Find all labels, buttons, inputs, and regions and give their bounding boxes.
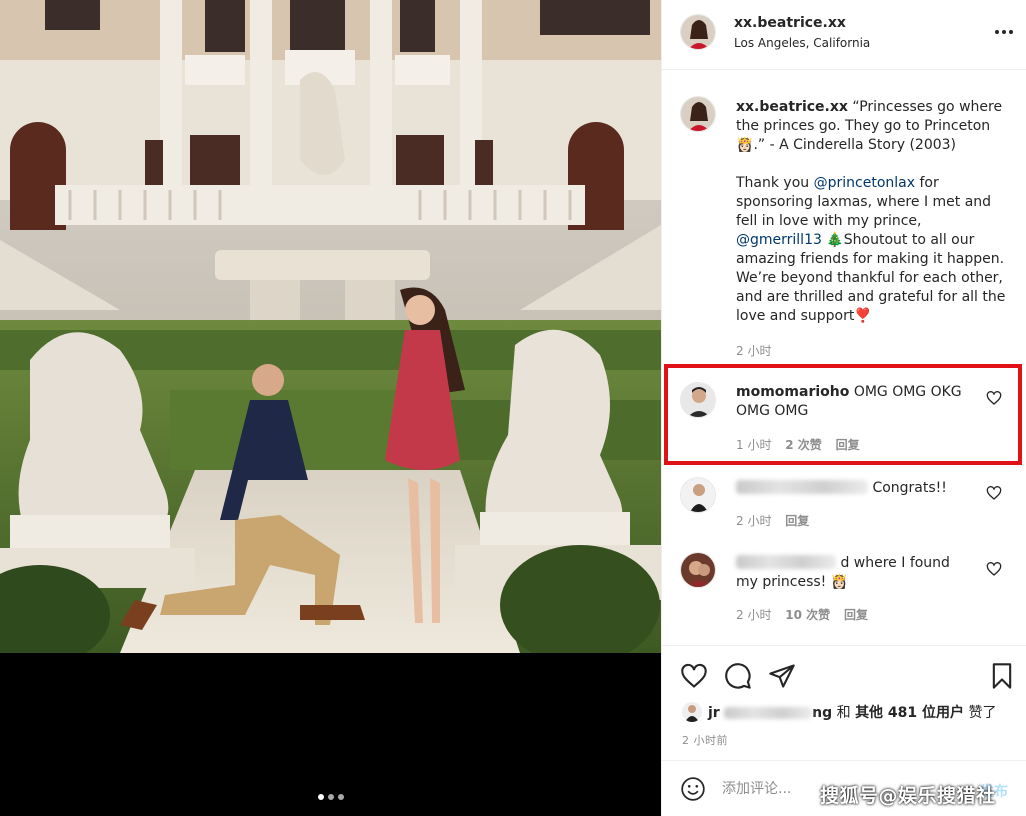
- post-side-panel: xx.beatrice.xx Los Angeles, California x…: [661, 0, 1026, 816]
- commenter-avatar[interactable]: [680, 382, 716, 418]
- action-bar: [662, 645, 1026, 689]
- post-caption: xx.beatrice.xx “Princesses go where the …: [736, 98, 1008, 345]
- author-username[interactable]: xx.beatrice.xx: [734, 15, 846, 31]
- commenter-avatar[interactable]: [680, 552, 716, 588]
- comment-meta: 2 小时 10 次赞 回复: [736, 606, 878, 623]
- caption-text: Thank you: [736, 175, 814, 191]
- post-header: xx.beatrice.xx Los Angeles, California: [662, 0, 1026, 70]
- comment-icon[interactable]: [724, 662, 752, 690]
- emoji-icon[interactable]: [680, 776, 706, 802]
- blurred-username: [736, 555, 836, 569]
- comment: momomarioho OMG OMG OKG OMG OMG: [736, 383, 976, 421]
- carousel-dot[interactable]: [337, 794, 344, 800]
- like-comment-icon[interactable]: [986, 561, 1002, 577]
- liker-username[interactable]: jr: [708, 705, 720, 721]
- comment: Congrats!!: [736, 479, 976, 498]
- post-photo: [0, 0, 661, 653]
- comment: d where I found my princess! 👸🏻: [736, 554, 976, 592]
- likes-connector: 和: [836, 705, 851, 721]
- comment-likes[interactable]: 2 次赞: [785, 438, 822, 452]
- carousel-dot[interactable]: [327, 794, 334, 800]
- blurred-username: [724, 707, 813, 719]
- like-comment-icon[interactable]: [986, 485, 1002, 501]
- posted-time: 2 小时前: [682, 734, 728, 747]
- post-media[interactable]: [0, 0, 661, 816]
- comment-time: 1 小时: [736, 438, 772, 452]
- heart-emoji: ❣️: [854, 308, 872, 324]
- post-location[interactable]: Los Angeles, California: [734, 36, 870, 50]
- liker-avatar[interactable]: [682, 702, 702, 722]
- more-options-icon[interactable]: [992, 22, 1016, 42]
- comment-username[interactable]: momomarioho: [736, 384, 849, 400]
- comment-time: 2 小时: [736, 514, 772, 528]
- reply-button[interactable]: 回复: [844, 608, 868, 622]
- like-icon[interactable]: [680, 662, 708, 690]
- carousel-dot[interactable]: [317, 794, 324, 800]
- caption-avatar[interactable]: [680, 96, 716, 132]
- reply-button[interactable]: 回复: [836, 438, 860, 452]
- princess-emoji: 👸🏻: [736, 137, 754, 153]
- commenter-avatar[interactable]: [680, 477, 716, 513]
- likes-suffix: 赞了: [968, 705, 997, 721]
- blurred-username: [736, 480, 868, 494]
- reply-button[interactable]: 回复: [785, 514, 809, 528]
- bookmark-icon[interactable]: [988, 662, 1016, 690]
- caption-text: .” - A Cinderella Story (2003): [753, 137, 957, 153]
- like-comment-icon[interactable]: [986, 390, 1002, 406]
- tree-emoji: 🎄: [826, 232, 844, 248]
- comment-time: 2 小时: [736, 608, 772, 622]
- mention-link[interactable]: @gmerrill13: [736, 232, 822, 248]
- liker-username[interactable]: ng: [812, 705, 832, 721]
- comment-body: Congrats!!: [872, 480, 947, 496]
- likes-summary: jr ng 和 其他 481 位用户 赞了: [682, 702, 997, 722]
- author-avatar[interactable]: [680, 14, 716, 50]
- caption-time: 2 小时: [736, 344, 772, 358]
- carousel-indicator: [0, 794, 661, 800]
- comment-meta: 2 小时 回复: [736, 512, 819, 529]
- caption-username[interactable]: xx.beatrice.xx: [736, 99, 848, 115]
- princess-emoji: 👸🏻: [830, 574, 849, 590]
- watermark: 搜狐号@娱乐搜猎社: [820, 785, 996, 807]
- mention-link[interactable]: @princetonlax: [814, 175, 915, 191]
- comment-meta: 1 小时 2 次赞 回复: [736, 436, 870, 453]
- caption-meta: 2 小时: [736, 342, 781, 359]
- likes-count[interactable]: 其他 481 位用户: [855, 705, 964, 721]
- comment-likes[interactable]: 10 次赞: [785, 608, 830, 622]
- share-icon[interactable]: [768, 662, 796, 690]
